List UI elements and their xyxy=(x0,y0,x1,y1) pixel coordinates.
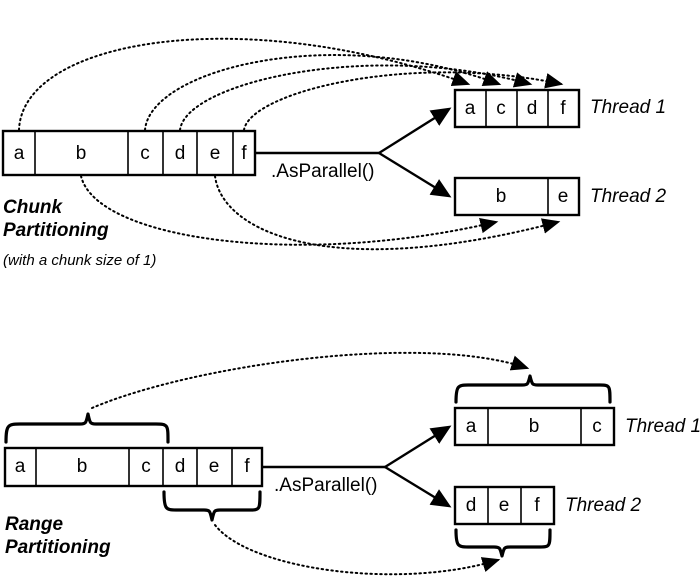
range-thread1-brace xyxy=(454,374,612,404)
chunk-thread1-array: a c d f xyxy=(453,88,581,129)
chunk-source-cell-d: d xyxy=(175,143,186,164)
range-thread1-array: a b c xyxy=(453,406,616,447)
chunk-thread2-cell-b: b xyxy=(496,186,507,207)
range-source-cell-a: a xyxy=(15,456,26,477)
chunk-subtitle: (with a chunk size of 1) xyxy=(3,252,156,269)
chunk-thread1-cell-f: f xyxy=(560,98,566,119)
chunk-source-cell-f: f xyxy=(241,143,247,164)
range-thread1-cell-a: a xyxy=(466,416,477,437)
range-thread1-cell-b: b xyxy=(529,416,540,437)
chunk-thread2-label: Thread 2 xyxy=(590,186,666,207)
chunk-thread1-label: Thread 1 xyxy=(590,97,666,118)
chunk-asparallel-label: .AsParallel() xyxy=(271,161,374,182)
partitioning-diagram: a b c d e f .AsParallel() a c d f Thread… xyxy=(0,0,700,588)
range-source-cell-d: d xyxy=(175,456,186,477)
chunk-title-line2: Partitioning xyxy=(3,220,109,241)
chunk-thread1-cell-a: a xyxy=(465,98,476,119)
range-title-line2: Partitioning xyxy=(5,537,111,558)
range-thread2-label: Thread 2 xyxy=(565,495,641,516)
range-source-brace-def xyxy=(162,490,262,522)
chunk-source-cell-c: c xyxy=(140,143,150,164)
chunk-thread2-cell-e: e xyxy=(558,186,569,207)
range-source-cell-f: f xyxy=(244,456,250,477)
range-thread1-cell-c: c xyxy=(592,416,602,437)
range-thread2-cell-d: d xyxy=(466,495,477,516)
chunk-thread1-cell-d: d xyxy=(527,98,538,119)
range-source-array: a b c d e f xyxy=(3,446,264,488)
range-thread1-label: Thread 1 xyxy=(625,416,700,437)
range-source-cell-e: e xyxy=(209,456,220,477)
range-source-brace-abc xyxy=(4,412,170,444)
range-source-cell-c: c xyxy=(141,456,151,477)
chunk-source-cell-e: e xyxy=(210,143,221,164)
chunk-section: a b c d e f .AsParallel() a c d f Thread… xyxy=(1,37,666,269)
chunk-thread2-array: b e xyxy=(453,176,581,217)
diagram-canvas: a b c d e f .AsParallel() a c d f Thread… xyxy=(1,37,700,576)
chunk-thread1-cell-c: c xyxy=(496,98,506,119)
range-thread2-cell-f: f xyxy=(534,495,540,516)
chunk-source-array: a b c d e f xyxy=(1,129,257,177)
range-source-cell-b: b xyxy=(77,456,88,477)
chunk-asparallel-connector xyxy=(255,107,452,198)
chunk-source-cell-b: b xyxy=(76,143,87,164)
range-thread2-cell-e: e xyxy=(499,495,510,516)
range-asparallel-label: .AsParallel() xyxy=(274,475,377,496)
range-title-line1: Range xyxy=(5,514,64,535)
chunk-title-line1: Chunk xyxy=(3,197,64,218)
range-section: a b c d e f .AsParallel() a b c Thread 1… xyxy=(3,351,700,576)
chunk-source-cell-a: a xyxy=(14,143,25,164)
range-thread2-array: d e f xyxy=(453,485,556,526)
range-thread2-brace xyxy=(454,528,552,558)
